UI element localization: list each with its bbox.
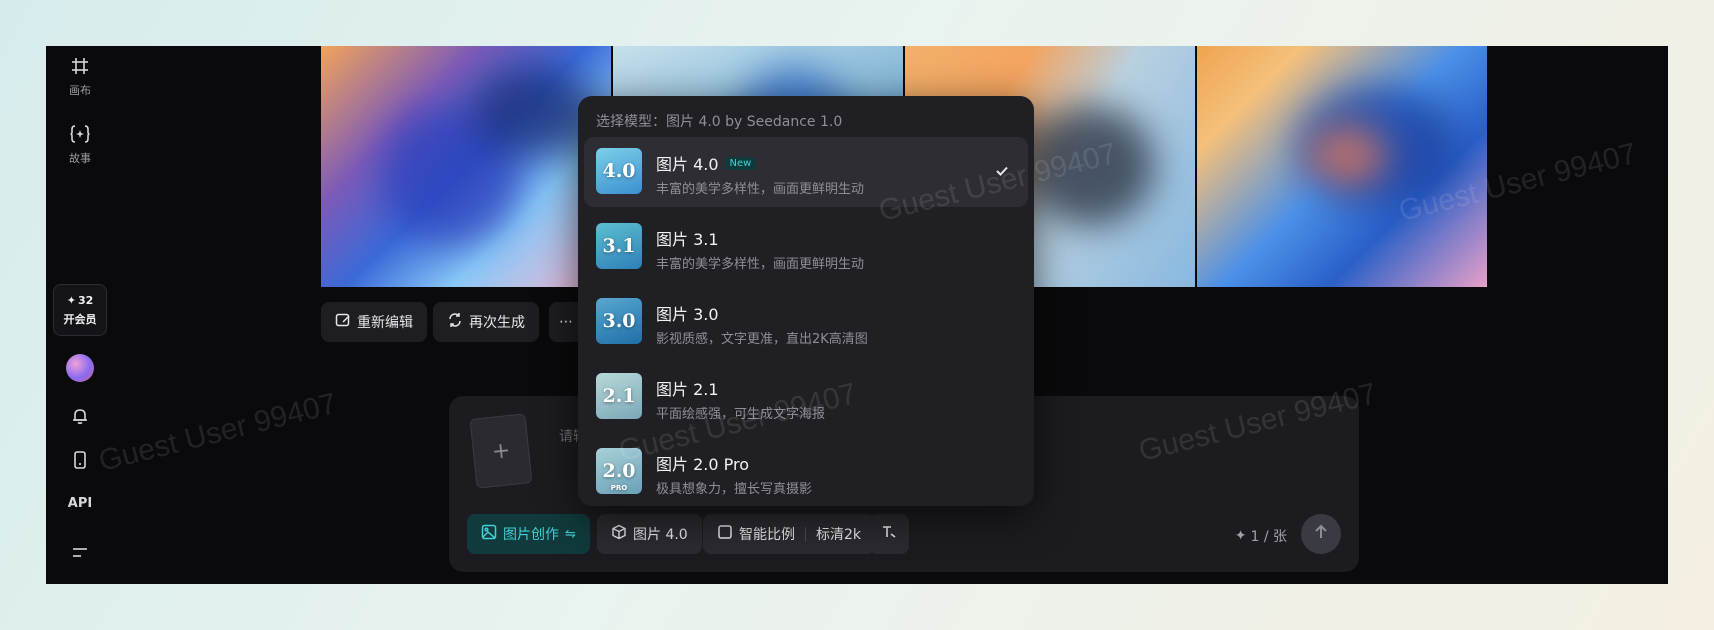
- aspect-ratio-icon: [717, 524, 733, 544]
- model-thumbnail-text: 2.1: [602, 385, 636, 407]
- model-description: 丰富的美学多样性，画面更鲜明生动: [656, 182, 865, 197]
- sparkle-icon: ✦: [66, 293, 76, 307]
- model-name: 图片 2.1: [656, 376, 719, 400]
- model-option[interactable]: 4.0 图片 4.0 New 丰富的美学多样性，画面更鲜明生动: [584, 137, 1028, 207]
- ratio-selector[interactable]: 智能比例 标清2k: [703, 514, 876, 554]
- new-badge: New: [724, 156, 757, 170]
- model-option[interactable]: 3.0 图片 3.0 影视质感，文字更准，直出2K高清图: [584, 287, 1028, 357]
- credits-count: ✦ 32: [67, 294, 94, 307]
- cube-icon: [611, 524, 627, 544]
- ratio-label: 智能比例: [739, 527, 795, 543]
- dropdown-title: 选择模型：图片 4.0 by Seedance 1.0: [596, 114, 843, 130]
- upload-image-button[interactable]: +: [469, 413, 533, 489]
- model-description: 极具想象力，擅长写真摄影: [656, 482, 813, 497]
- app-window: 画布 故事 ✦ 32 开会员 API 重新编辑 再次生成 ⋯ + 请输 图片创作…: [46, 46, 1668, 584]
- reedit-button[interactable]: 重新编辑: [321, 302, 427, 342]
- model-thumbnail-text: 3.1: [602, 235, 636, 257]
- reedit-label: 重新编辑: [357, 315, 413, 331]
- model-option[interactable]: 2.0 PRO 图片 2.0 Pro 极具想象力，擅长写真摄影: [584, 437, 1028, 506]
- model-name-text: 图片 2.0 Pro: [656, 455, 750, 474]
- model-name-text: 图片 3.1: [656, 230, 719, 249]
- model-option[interactable]: 3.1 图片 3.1 丰富的美学多样性，画面更鲜明生动: [584, 212, 1028, 282]
- canvas-icon: [68, 54, 92, 78]
- model-thumbnail: 2.1: [596, 373, 642, 419]
- sidebar-item-story[interactable]: 故事: [46, 122, 114, 166]
- model-thumbnail-text: 2.0: [602, 460, 636, 482]
- sidebar-item-canvas[interactable]: 画布: [46, 54, 114, 98]
- generated-image-1[interactable]: [321, 46, 611, 287]
- model-thumbnail: 3.1: [596, 223, 642, 269]
- edit-icon: [335, 312, 351, 332]
- credit-cost-label: 1 / 张: [1250, 529, 1287, 545]
- model-name: 图片 3.0: [656, 301, 719, 325]
- watermark: Guest User 99407: [95, 387, 340, 478]
- sidebar-item-label: 故事: [69, 152, 91, 165]
- check-icon: [994, 163, 1010, 183]
- model-thumbnail-text: 4.0: [602, 160, 636, 182]
- switch-icon: ⇋: [565, 526, 576, 542]
- model-label: 图片 4.0: [633, 527, 688, 543]
- model-option[interactable]: 2.1 图片 2.1 平面绘感强，可生成文字海报: [584, 362, 1028, 432]
- avatar[interactable]: [66, 354, 94, 382]
- image-create-icon: [481, 524, 497, 544]
- sparkle-icon: ✦: [1234, 528, 1247, 544]
- model-thumbnail-text: 3.0: [602, 310, 636, 332]
- sidebar-item-label: 画布: [69, 84, 91, 97]
- plus-icon: +: [490, 437, 512, 465]
- model-description: 丰富的美学多样性，画面更鲜明生动: [656, 257, 865, 272]
- send-button[interactable]: [1301, 514, 1341, 554]
- api-link[interactable]: API: [46, 496, 114, 511]
- menu-icon[interactable]: [68, 540, 92, 564]
- quality-label: 标清2k: [816, 527, 862, 543]
- model-name-text: 图片 3.0: [656, 305, 719, 324]
- arrow-up-icon: [1313, 524, 1329, 544]
- text-style-button[interactable]: [869, 514, 909, 554]
- more-icon: ⋯: [559, 314, 573, 330]
- generated-image-4[interactable]: [1197, 46, 1487, 287]
- sidebar: 画布 故事 ✦ 32 开会员 API: [46, 46, 114, 584]
- regenerate-label: 再次生成: [469, 315, 525, 331]
- model-name: 图片 3.1: [656, 226, 719, 250]
- mobile-app-icon[interactable]: [68, 448, 92, 472]
- credits-value: 32: [77, 293, 94, 307]
- vip-button[interactable]: ✦ 32 开会员: [53, 284, 107, 336]
- regenerate-button[interactable]: 再次生成: [433, 302, 539, 342]
- credit-cost: ✦ 1 / 张: [1235, 526, 1287, 546]
- model-selector[interactable]: 图片 4.0: [597, 514, 702, 554]
- model-thumbnail: 2.0 PRO: [596, 448, 642, 494]
- model-dropdown: 选择模型：图片 4.0 by Seedance 1.0 4.0 图片 4.0 New…: [578, 96, 1034, 506]
- divider: [805, 527, 806, 541]
- vip-label: 开会员: [63, 312, 97, 326]
- model-name-text: 图片 2.1: [656, 380, 719, 399]
- text-format-icon: [881, 524, 897, 544]
- notification-bell-icon[interactable]: [68, 404, 92, 428]
- model-name-text: 图片 4.0: [656, 155, 719, 174]
- model-description: 影视质感，文字更准，直出2K高清图: [656, 332, 868, 347]
- mode-selector[interactable]: 图片创作 ⇋: [467, 514, 590, 554]
- model-thumbnail: 3.0: [596, 298, 642, 344]
- model-description: 平面绘感强，可生成文字海报: [656, 407, 826, 422]
- model-thumbnail: 4.0: [596, 148, 642, 194]
- story-icon: [68, 122, 92, 146]
- refresh-icon: [447, 312, 463, 332]
- mode-label: 图片创作: [503, 527, 559, 543]
- model-name: 图片 4.0 New: [656, 151, 757, 175]
- model-thumbnail-subtext: PRO: [610, 484, 628, 492]
- model-name: 图片 2.0 Pro: [656, 451, 749, 475]
